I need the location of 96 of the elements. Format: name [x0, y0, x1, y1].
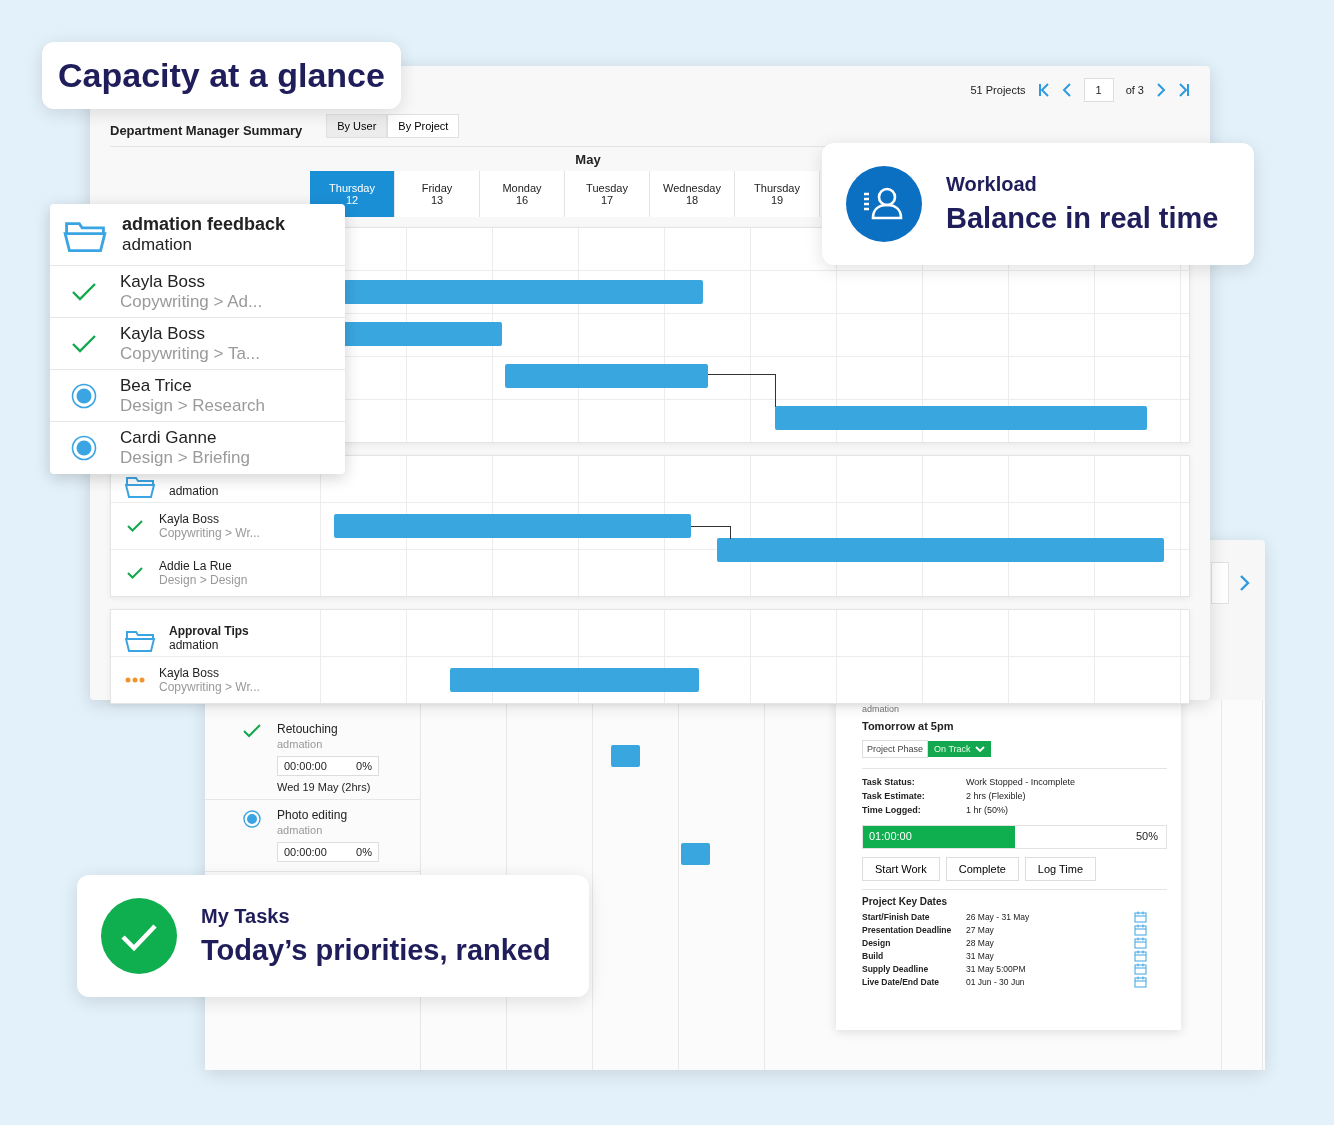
calendar-icon[interactable] — [1134, 937, 1147, 949]
caret-icon — [974, 745, 985, 753]
date-label: Live Date/End Date — [862, 977, 940, 987]
date-value: 26 May - 31 May — [966, 912, 1031, 922]
field-label: Task Estimate: — [862, 791, 926, 801]
view-tab[interactable]: By Project — [387, 114, 460, 138]
check-icon — [243, 724, 261, 738]
field-label: Task Status: — [862, 777, 916, 787]
task-title: Photo editing — [277, 808, 349, 822]
calendar-icon[interactable] — [1134, 963, 1147, 975]
project-name: admation — [277, 738, 324, 750]
check-icon — [72, 282, 96, 301]
action-button[interactable]: Log Time — [1024, 857, 1097, 881]
progress-percent: 50% — [1135, 830, 1158, 842]
date-value: 27 May — [966, 925, 995, 935]
action-button[interactable]: Start Work — [862, 857, 940, 881]
radio-icon[interactable] — [243, 810, 261, 828]
timer-field[interactable]: 00:00:00 0% — [277, 842, 379, 862]
group-title: Approval Tips — [169, 624, 249, 638]
radio-icon — [71, 382, 97, 409]
date-label: Build — [862, 951, 885, 961]
date-value: 31 May — [966, 951, 995, 961]
assignee-name: Kayla Boss — [159, 666, 221, 680]
task-path: Copywriting > Wr... — [159, 680, 260, 694]
window-title: Department Manager Summary — [110, 123, 303, 140]
date-label: Design — [862, 938, 892, 948]
date-value: 31 May 5:00PM — [966, 964, 1027, 974]
calendar-icon[interactable] — [1134, 976, 1147, 988]
date-label: Supply Deadline — [862, 964, 930, 974]
assignment-item[interactable]: Bea Trice Design > Research — [50, 370, 345, 422]
action-button[interactable]: Complete — [945, 857, 1019, 881]
date-value: 28 May — [966, 938, 995, 948]
first-page-icon[interactable] — [1037, 83, 1050, 97]
page-total: of 3 — [1125, 84, 1144, 96]
folder-icon — [125, 628, 155, 652]
gantt-bar — [681, 843, 710, 865]
feature-headline: Today’s priorities, ranked — [201, 934, 551, 967]
due-date: Wed 19 May (2hrs) — [277, 781, 372, 793]
task-path: Design > Design — [159, 573, 248, 587]
day-column-header[interactable]: Monday 16 — [480, 171, 565, 217]
next-page-icon[interactable] — [1156, 83, 1166, 97]
day-column-header[interactable]: Tuesday 17 — [565, 171, 650, 217]
day-column-header[interactable]: Thursday 19 — [735, 171, 820, 217]
assignment-item[interactable]: Kayla Boss Copywriting > Ta... — [50, 318, 345, 370]
date-label: Presentation Deadline — [862, 925, 953, 935]
last-page-icon[interactable] — [1178, 83, 1190, 97]
assignment-item[interactable]: Cardi Ganne Design > Briefing — [50, 422, 345, 474]
folder-icon — [125, 474, 155, 498]
group-subtitle: admation — [169, 484, 219, 498]
dots-icon — [125, 677, 145, 683]
project-name: admation — [277, 824, 324, 836]
assignment-item[interactable]: Kayla Boss Copywriting > Ad... — [50, 266, 345, 318]
progress-time: 01:00:00 — [869, 830, 912, 842]
check-icon — [72, 334, 96, 353]
day-column-header[interactable]: Friday 13 — [395, 171, 480, 217]
chevron-right-icon[interactable] — [1239, 574, 1251, 592]
view-tab[interactable]: By User — [326, 114, 388, 138]
connector-line — [690, 526, 732, 539]
gantt-bar — [611, 745, 640, 767]
day-column-header[interactable]: Wednesday 18 — [650, 171, 735, 217]
check-icon — [127, 520, 143, 532]
popup-title: admation feedback — [122, 214, 286, 235]
check-icon — [127, 567, 143, 579]
month-label: May — [574, 151, 602, 167]
previous-page-icon[interactable] — [1061, 83, 1072, 97]
date-label: Start/Finish Date — [862, 912, 931, 922]
page-field[interactable]: 1 — [1083, 78, 1114, 102]
field-label: Time Logged: — [862, 805, 922, 815]
project-name: admation — [862, 704, 901, 714]
calendar-icon[interactable] — [1134, 950, 1147, 962]
assignee-name: Kayla Boss — [159, 512, 221, 526]
date-field[interactable] — [1211, 562, 1229, 604]
person-list-icon — [846, 166, 922, 242]
field-value: Work Stopped - Incomplete — [966, 777, 1076, 787]
task-title: Retouching — [277, 722, 339, 736]
calendar-icon[interactable] — [1134, 924, 1147, 936]
assignee-name: Addie La Rue — [159, 559, 233, 573]
due-text: Tomorrow at 5pm — [862, 720, 955, 732]
connector-line — [708, 374, 777, 407]
date-value: 01 Jun - 30 Jun — [966, 977, 1026, 987]
feature-headline: Balance in real time — [946, 202, 1219, 235]
timer-field[interactable]: 00:00:00 0% — [277, 756, 379, 776]
field-value: 1 hr (50%) — [966, 805, 1010, 815]
task-path: Copywriting > Wr... — [159, 526, 260, 540]
calendar-icon[interactable] — [1134, 911, 1147, 923]
radio-icon — [71, 435, 97, 461]
group-subtitle: admation — [169, 638, 220, 652]
check-circle-icon — [101, 898, 177, 974]
project-count: 51 Projects — [970, 84, 1026, 96]
phase-label: Project Phase — [862, 740, 929, 758]
feature-label: Workload — [946, 173, 1038, 196]
popup-subtitle: admation — [122, 235, 193, 255]
feature-label: My Tasks — [201, 905, 291, 928]
section-title: Project Key Dates — [862, 896, 949, 907]
headline: Capacity at a glance — [58, 56, 385, 95]
field-value: 2 hrs (Flexible) — [966, 791, 1027, 801]
